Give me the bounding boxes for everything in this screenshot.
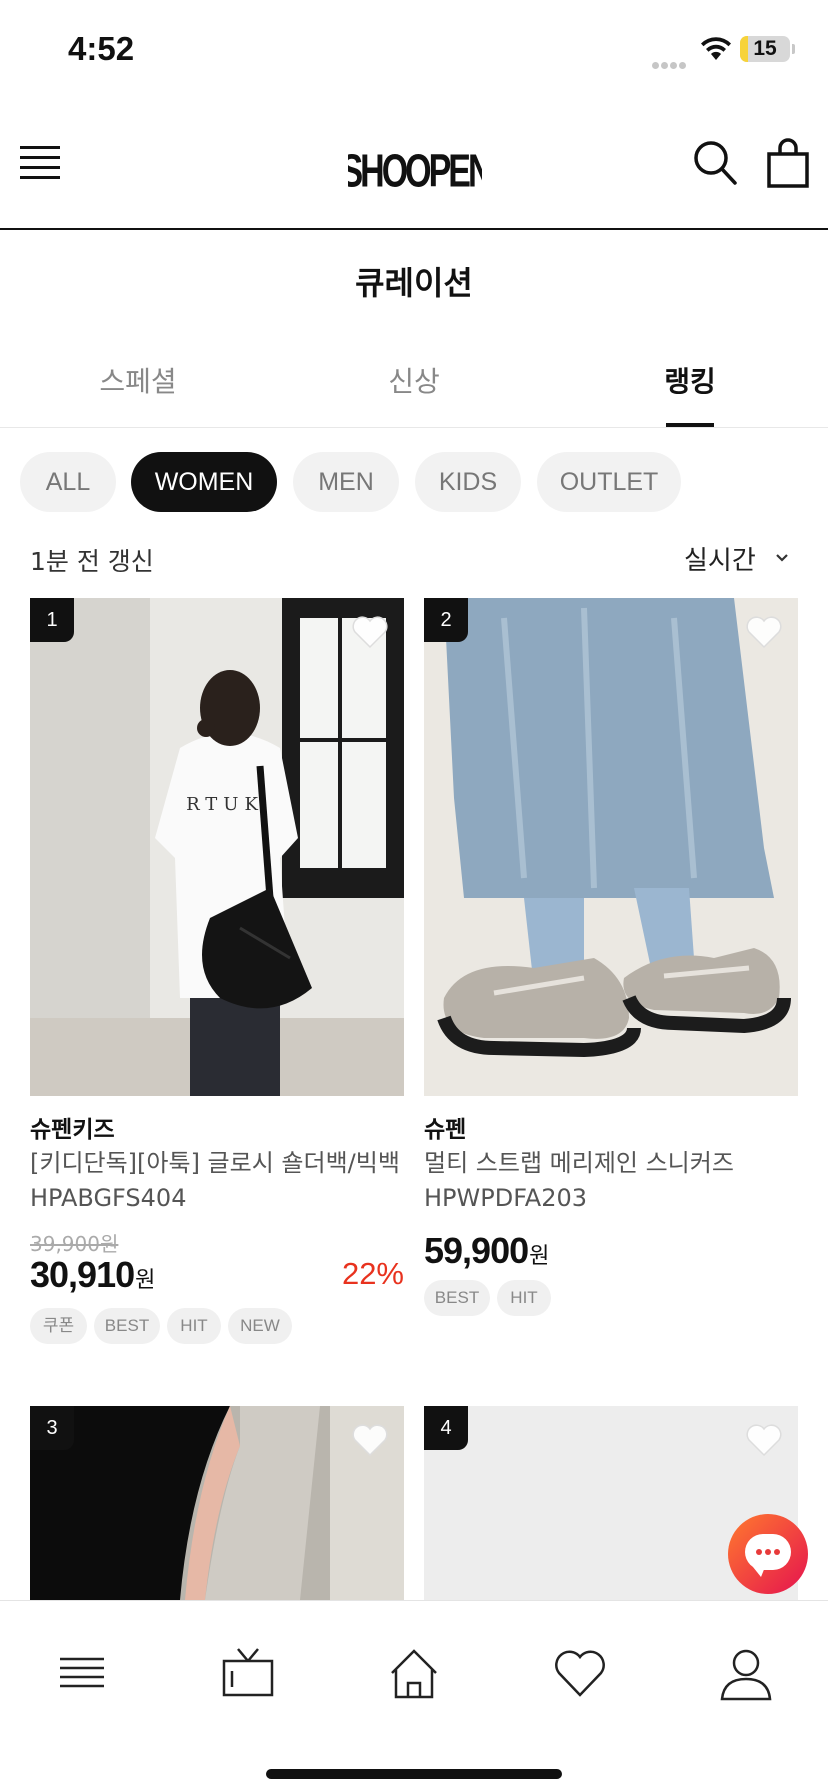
product-image[interactable]: RTUK 1 <box>30 598 404 1096</box>
chat-icon <box>745 1534 791 1577</box>
curation-tabs: 스페셜 신상 랭킹 <box>0 336 828 428</box>
currency-unit: 원 <box>529 1244 550 1269</box>
shirt-print: RTUK <box>186 794 264 815</box>
svg-text:SHOOPEN: SHOOPEN <box>348 145 482 196</box>
wifi-icon <box>701 37 731 60</box>
product-photo-dress <box>30 1406 404 1600</box>
sort-select[interactable]: 실시간 <box>684 540 756 577</box>
battery-tip <box>792 44 795 54</box>
heart-icon[interactable] <box>350 1422 390 1458</box>
shopping-bag-icon[interactable] <box>766 138 810 188</box>
product-name: [키디단독][아툭] 글로시 숄더백/빅백 HPABGFS404 <box>30 1146 404 1216</box>
page-title: 큐레이션 <box>355 264 473 302</box>
product-brand: 슈펜키즈 <box>30 1117 115 1143</box>
discount-rate: 22% <box>341 1256 404 1291</box>
heart-icon[interactable] <box>350 614 390 650</box>
badge-best: BEST <box>94 1308 160 1344</box>
badge-new: NEW <box>228 1308 292 1344</box>
battery-level: 15 <box>753 37 777 60</box>
price-value: 59,900 <box>424 1230 529 1271</box>
rank-badge: 1 <box>30 598 74 642</box>
tab-ranking[interactable]: 랭킹 <box>552 360 828 400</box>
product-image[interactable]: 3 <box>30 1406 404 1600</box>
currency-unit: 원 <box>135 1268 156 1293</box>
tab-new[interactable]: 신상 <box>276 360 552 400</box>
product-brand: 슈펜 <box>424 1117 467 1143</box>
signal-icon <box>652 54 688 73</box>
badge-hit: HIT <box>167 1308 221 1344</box>
bottom-navigation <box>0 1600 828 1792</box>
heart-icon[interactable] <box>744 614 784 650</box>
status-time: 4:52 <box>68 30 135 67</box>
badge-best: BEST <box>424 1280 490 1316</box>
product-code: HPABGFS404 <box>30 1184 187 1212</box>
last-updated-text: 1분 전 갱신 <box>30 547 154 576</box>
heart-icon[interactable] <box>550 1643 610 1703</box>
rank-badge: 2 <box>424 598 468 642</box>
rank-badge: 4 <box>424 1406 468 1450</box>
user-icon[interactable] <box>716 1643 776 1703</box>
active-tab-indicator <box>666 423 714 427</box>
original-price: 39,900원 <box>30 1232 119 1256</box>
tv-icon[interactable] <box>218 1643 278 1703</box>
chat-button[interactable] <box>728 1514 808 1594</box>
sale-price: 59,900원 <box>424 1230 549 1272</box>
search-icon[interactable] <box>692 138 738 188</box>
menu-button[interactable] <box>20 146 60 180</box>
sale-price: 30,910원 <box>30 1254 155 1296</box>
product-name: 멀티 스트랩 메리제인 스니커즈 HPWPDFA203 <box>424 1146 798 1216</box>
app-header: SHOOPEN <box>0 100 828 230</box>
home-icon[interactable] <box>384 1643 444 1703</box>
menu-icon[interactable] <box>52 1643 112 1703</box>
shoopen-logo[interactable]: SHOOPEN <box>348 134 482 196</box>
badge-hit: HIT <box>497 1280 551 1316</box>
filter-men[interactable]: MEN <box>293 452 399 512</box>
product-image[interactable]: 2 <box>424 598 798 1096</box>
filter-all[interactable]: ALL <box>20 452 116 512</box>
product-name-line: [키디단독][아툭] 글로시 숄더백/빅백 <box>30 1149 400 1177</box>
product-name-line: 멀티 스트랩 메리제인 스니커즈 <box>424 1149 734 1177</box>
chevron-down-icon[interactable] <box>774 552 790 564</box>
filter-outlet[interactable]: OUTLET <box>537 452 681 512</box>
filter-kids[interactable]: KIDS <box>415 452 521 512</box>
product-photo-bag <box>30 598 404 1096</box>
product-photo-sneakers <box>424 598 798 1096</box>
status-bar: 4:52 15 <box>0 0 828 100</box>
badge-coupon: 쿠폰 <box>30 1308 87 1344</box>
tab-special[interactable]: 스페셜 <box>0 360 276 400</box>
filter-women[interactable]: WOMEN <box>131 452 277 512</box>
heart-icon[interactable] <box>744 1422 784 1458</box>
svg-text:RTUK: RTUK <box>186 794 264 815</box>
product-code: HPWPDFA203 <box>424 1184 588 1212</box>
rank-badge: 3 <box>30 1406 74 1450</box>
battery-icon: 15 <box>740 36 790 62</box>
price-value: 30,910 <box>30 1254 135 1295</box>
home-indicator <box>266 1769 562 1779</box>
